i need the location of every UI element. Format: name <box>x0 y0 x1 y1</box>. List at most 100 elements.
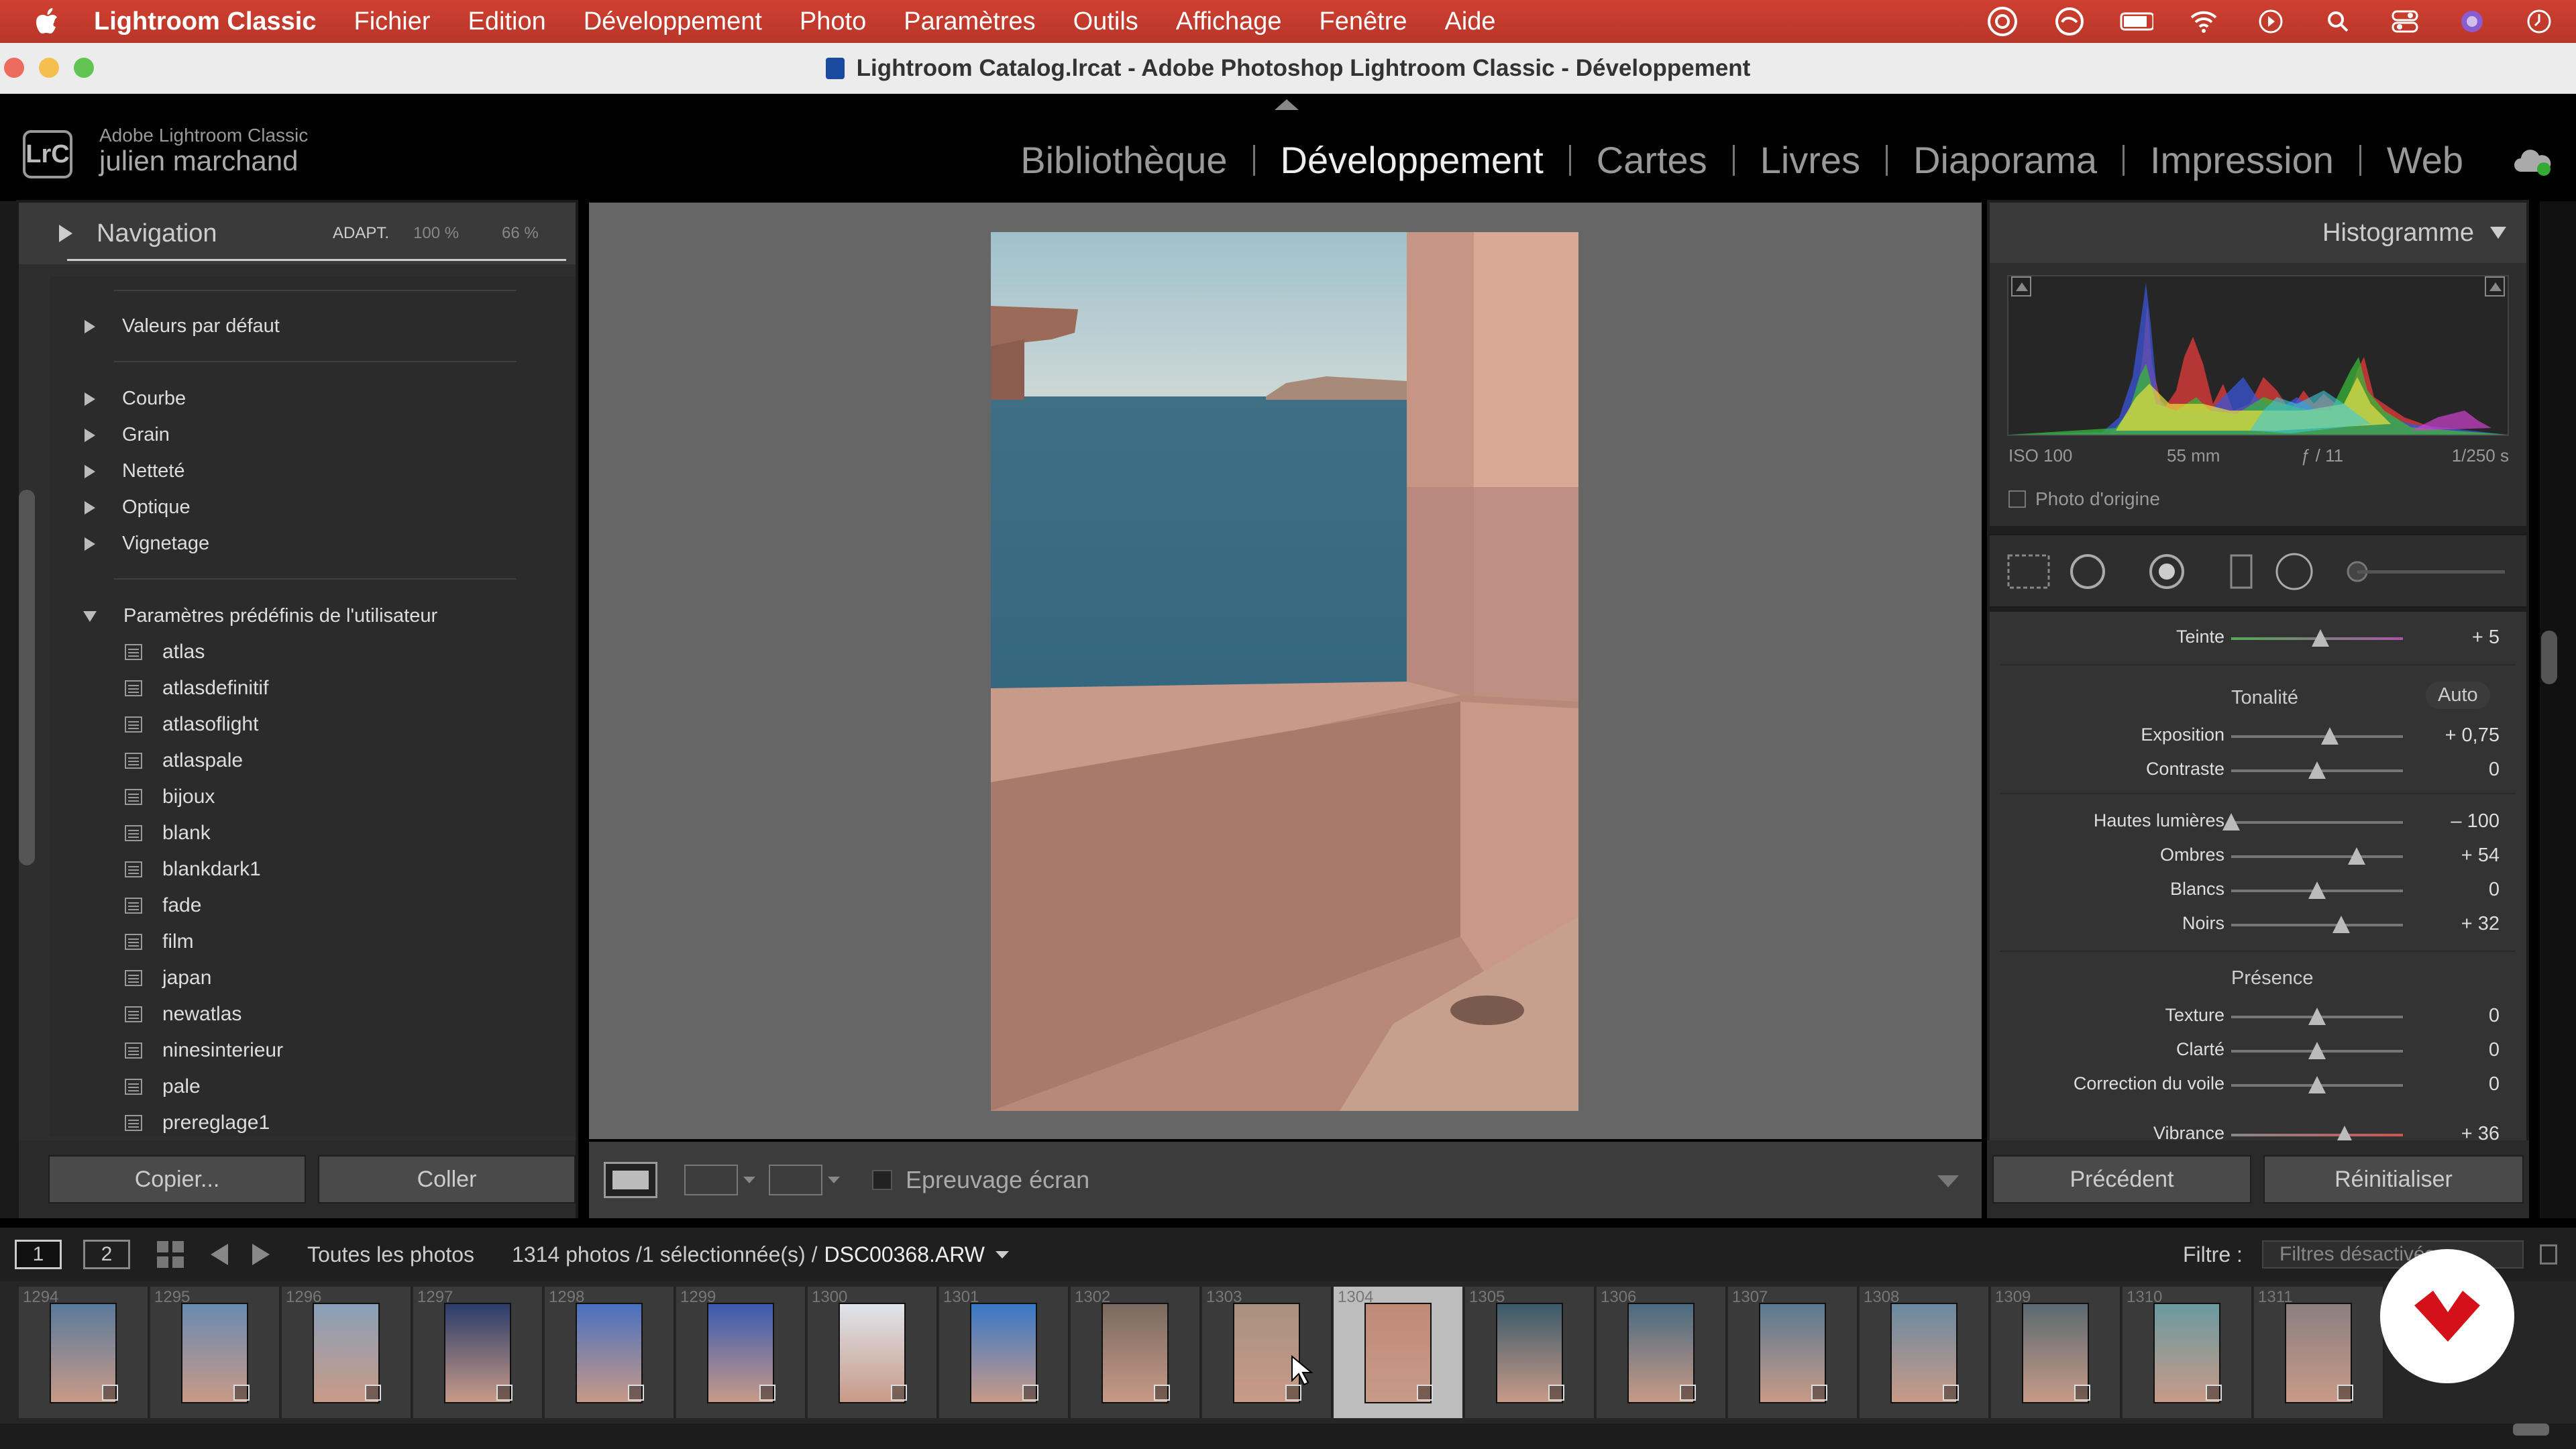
filmstrip-scrollbar[interactable] <box>2513 1424 2549 1436</box>
filmstrip-thumbnail[interactable]: 1297 <box>413 1287 543 1418</box>
left-scrollbar[interactable] <box>19 490 35 865</box>
preset-group[interactable]: Netteté <box>40 460 185 482</box>
menu-developpement[interactable]: Développement <box>584 7 762 36</box>
thumbnail-image[interactable] <box>1627 1303 1696 1403</box>
thumbnail-image[interactable] <box>2285 1303 2353 1403</box>
minimize-window-button[interactable] <box>39 58 59 78</box>
preset-item[interactable]: blankdark1 <box>125 858 261 881</box>
second-screen-button[interactable]: 2 <box>83 1240 130 1269</box>
wifi-icon[interactable] <box>2187 8 2220 35</box>
thumbnail-image[interactable] <box>2153 1303 2222 1403</box>
menu-affichage[interactable]: Affichage <box>1176 7 1282 36</box>
slider-contrast[interactable]: Contraste 0 <box>1990 756 2526 783</box>
slider-value[interactable]: + 0,75 <box>2445 724 2500 747</box>
slider-track[interactable] <box>2231 735 2403 738</box>
filmstrip-thumbnail[interactable]: 1308 <box>1860 1287 1990 1418</box>
slider-track[interactable] <box>2231 924 2403 926</box>
slider-thumb[interactable] <box>2335 1126 2353 1140</box>
loupe-view-icon[interactable] <box>604 1162 657 1198</box>
zoom-100-option[interactable]: 100 % <box>413 224 459 243</box>
navigator-header[interactable]: Navigation ADAPT. 100 % 66 % <box>19 203 576 264</box>
thumbnail-image[interactable] <box>839 1303 907 1403</box>
preset-item[interactable]: newatlas <box>125 1003 241 1026</box>
preset-item[interactable]: blank <box>125 822 211 845</box>
filmstrip-thumbnail[interactable]: 1306 <box>1597 1287 1727 1418</box>
histogram-graph[interactable] <box>2007 275 2509 436</box>
reset-button[interactable]: Réinitialiser <box>2263 1155 2524 1203</box>
toolbar-menu-icon[interactable] <box>1937 1175 1959 1187</box>
zoom-66-option[interactable]: 66 % <box>502 224 539 243</box>
before-after-tb-dropdown-icon[interactable] <box>828 1177 840 1183</box>
shadow-clipping-icon[interactable] <box>2011 276 2031 297</box>
right-scrollbar[interactable] <box>2541 631 2557 684</box>
adjustment-brush-slider[interactable] <box>2328 534 2516 608</box>
preset-group[interactable]: Courbe <box>40 388 186 410</box>
red-eye-icon[interactable] <box>2140 534 2207 608</box>
filmstrip-thumbnail[interactable]: 1304 <box>1334 1287 1464 1418</box>
menu-photo[interactable]: Photo <box>800 7 866 36</box>
thumbnail-image[interactable] <box>1759 1303 1827 1403</box>
filter-lock-icon[interactable] <box>2540 1244 2557 1265</box>
crop-tool-icon[interactable] <box>1990 534 2080 608</box>
filmstrip-thumbnail[interactable]: 1296 <box>282 1287 412 1418</box>
menu-fichier[interactable]: Fichier <box>354 7 431 36</box>
thumbnail-image[interactable] <box>970 1303 1038 1403</box>
slider-thumb[interactable] <box>2312 629 2330 647</box>
module-impression[interactable]: Impression <box>2125 138 2359 182</box>
original-photo-toggle[interactable]: Photo d'origine <box>2008 488 2160 510</box>
slider-value[interactable]: 0 <box>2489 1073 2500 1095</box>
slider-tint[interactable]: Teinte + 5 <box>1990 624 2526 651</box>
slider-shadows[interactable]: Ombres + 54 <box>1990 842 2526 869</box>
menu-parametres[interactable]: Paramètres <box>904 7 1035 36</box>
menu-edition[interactable]: Edition <box>468 7 546 36</box>
slider-exposure[interactable]: Exposition + 0,75 <box>1990 722 2526 749</box>
slider-thumb[interactable] <box>2222 813 2240 830</box>
filmstrip-thumbnail[interactable]: 1302 <box>1071 1287 1201 1418</box>
preset-item[interactable]: atlasdefinitif <box>125 677 268 700</box>
slider-value[interactable]: + 36 <box>2461 1123 2500 1140</box>
main-photo[interactable] <box>991 232 1578 1111</box>
filmstrip-thumbnail[interactable]: 1311 <box>2254 1287 2384 1418</box>
preset-group[interactable]: Vignetage <box>40 533 209 555</box>
slider-track[interactable] <box>2231 1134 2403 1136</box>
module-cartes[interactable]: Cartes <box>1571 138 1733 182</box>
previous-settings-button[interactable]: Précédent <box>1992 1155 2251 1203</box>
thumbnail-image[interactable] <box>50 1303 118 1403</box>
preset-item[interactable]: atlaspale <box>125 749 243 772</box>
filmstrip-thumbnail[interactable]: 1309 <box>1991 1287 2121 1418</box>
spot-removal-icon[interactable] <box>2080 534 2140 608</box>
slider-texture[interactable]: Texture 0 <box>1990 1002 2526 1029</box>
thumbnail-image[interactable] <box>2022 1303 2090 1403</box>
thumbnail-image[interactable] <box>1364 1303 1433 1403</box>
file-menu-dropdown-icon[interactable] <box>995 1250 1009 1258</box>
histogram-header[interactable]: Histogramme <box>1990 203 2526 263</box>
module-livres[interactable]: Livres <box>1735 138 1886 182</box>
main-screen-button[interactable]: 1 <box>15 1240 62 1269</box>
slider-thumb[interactable] <box>2347 847 2365 865</box>
slider-thumb[interactable] <box>2308 881 2326 899</box>
auto-tone-button[interactable]: Auto <box>2426 682 2490 709</box>
preset-item[interactable]: atlasoflight <box>125 713 258 736</box>
slider-value[interactable]: 0 <box>2489 1039 2500 1061</box>
preset-item[interactable]: japan <box>125 967 211 989</box>
filmstrip-thumbnail[interactable]: 1301 <box>939 1287 1069 1418</box>
menu-aide[interactable]: Aide <box>1445 7 1496 36</box>
thumbnail-image[interactable] <box>1890 1303 1959 1403</box>
preset-item[interactable]: fade <box>125 894 201 917</box>
thumbnail-image[interactable] <box>707 1303 775 1403</box>
source-label[interactable]: Toutes les photos <box>307 1242 474 1267</box>
back-arrow-icon[interactable] <box>211 1244 228 1265</box>
slider-value[interactable]: 0 <box>2489 879 2500 901</box>
filmstrip-thumbnail[interactable]: 1303 <box>1202 1287 1332 1418</box>
slider-track[interactable] <box>2231 855 2403 858</box>
filmstrip-thumbnail[interactable]: 1298 <box>545 1287 675 1418</box>
slider-dehaze[interactable]: Correction du voile 0 <box>1990 1071 2526 1097</box>
filmstrip-thumbnail[interactable]: 1294 <box>19 1287 149 1418</box>
filmstrip-thumbnail[interactable]: 1295 <box>150 1287 280 1418</box>
forward-arrow-icon[interactable] <box>252 1244 270 1265</box>
slider-clarity[interactable]: Clarté 0 <box>1990 1036 2526 1063</box>
search-icon[interactable] <box>2321 8 2355 35</box>
slider-value[interactable]: 0 <box>2489 759 2500 781</box>
slider-track[interactable] <box>2231 821 2403 824</box>
zoom-window-button[interactable] <box>74 58 94 78</box>
